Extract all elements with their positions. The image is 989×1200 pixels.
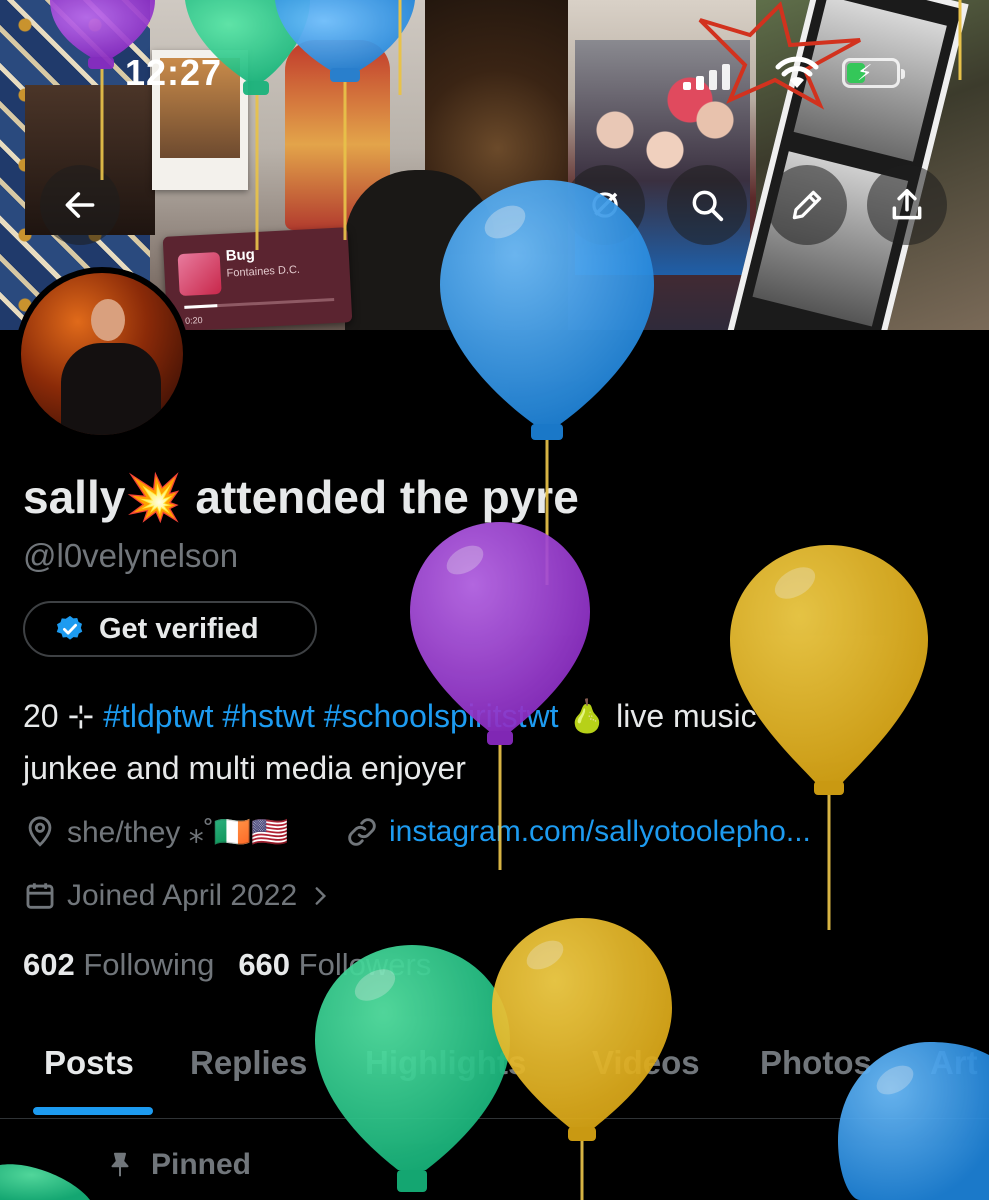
album-art xyxy=(177,251,222,297)
song-elapsed: 0:20 xyxy=(184,314,203,326)
share-icon xyxy=(892,189,922,220)
handle: @l0velynelson xyxy=(23,537,239,574)
tab-replies[interactable]: Replies xyxy=(190,1044,307,1082)
bio: 20 ⊹ #tldptwt #hstwt #schoolspiritstwt 🍐… xyxy=(23,698,757,786)
song-artist: Fontaines D.C. xyxy=(226,263,301,280)
tab-articles[interactable]: Art xyxy=(930,1044,978,1082)
avatar-image xyxy=(21,273,183,435)
joined-text: Joined April 2022 xyxy=(67,879,298,912)
song-progress-fill xyxy=(184,304,218,309)
pencil-icon xyxy=(792,190,822,220)
profile-website[interactable]: instagram.com/sallyotoolepho... xyxy=(345,812,811,852)
pin-icon xyxy=(111,1152,129,1177)
tab-highlights[interactable]: Highlights xyxy=(365,1044,526,1082)
chevron-right-icon xyxy=(315,887,327,905)
pinned-label: Pinned xyxy=(105,1148,251,1182)
tab-photos[interactable]: Photos xyxy=(760,1044,872,1082)
wifi-icon xyxy=(775,56,819,88)
tab-videos[interactable]: Videos xyxy=(592,1044,700,1082)
status-time: 12:27 xyxy=(125,52,223,93)
grok-icon xyxy=(592,192,618,218)
following-stat[interactable]: 602 Following xyxy=(23,947,214,983)
followers-stat[interactable]: 660 Followers xyxy=(238,947,431,983)
profile-tabs: Posts Replies Highlights Videos Photos A… xyxy=(0,1030,989,1119)
website-link[interactable]: instagram.com/sallyotoolepho... xyxy=(389,815,811,849)
arrow-left-icon xyxy=(65,192,95,218)
profile-location: she/they ⁎˚🇮🇪🇺🇸 xyxy=(23,812,288,852)
search-button[interactable] xyxy=(667,165,747,245)
hashtag-link[interactable]: #schoolspiritstwt xyxy=(324,698,559,734)
search-icon xyxy=(692,190,724,222)
tab-posts[interactable]: Posts xyxy=(44,1044,134,1082)
location-pin-icon xyxy=(28,816,52,847)
get-verified-button[interactable]: Get verified xyxy=(23,601,317,657)
profile-joined[interactable]: Joined April 2022 xyxy=(23,876,333,916)
display-name: sally💥 attended the pyre xyxy=(23,471,579,523)
music-widget: Bug Fontaines D.C. 0:20 xyxy=(162,227,353,330)
song-progress-bar xyxy=(184,298,335,309)
back-button[interactable] xyxy=(40,165,120,245)
active-tab-indicator xyxy=(33,1107,153,1115)
banner-photo-person xyxy=(345,170,495,330)
song-title: Bug xyxy=(225,246,256,265)
grok-button[interactable] xyxy=(565,165,645,245)
hashtag-link[interactable]: #hstwt xyxy=(222,698,314,734)
battery-icon: ⚡ xyxy=(842,58,905,88)
edit-button[interactable] xyxy=(767,165,847,245)
display-name-emoji: 💥 xyxy=(125,471,183,523)
share-button[interactable] xyxy=(867,165,947,245)
balloon-green-bottom-left xyxy=(0,1164,90,1200)
pronouns-text: she/they ⁎˚🇮🇪🇺🇸 xyxy=(67,815,289,849)
link-icon xyxy=(348,818,376,846)
avatar[interactable] xyxy=(15,267,189,441)
get-verified-label: Get verified xyxy=(99,612,259,645)
pear-emoji: 🍐 xyxy=(567,698,608,734)
calendar-icon xyxy=(26,883,54,909)
verified-badge-icon xyxy=(56,615,83,640)
signal-icon xyxy=(683,60,743,90)
hashtag-link[interactable]: #tldptwt xyxy=(103,698,213,734)
scribble-star-decoration xyxy=(698,1,861,110)
follow-stats: 602 Following 660 Followers xyxy=(23,947,431,983)
